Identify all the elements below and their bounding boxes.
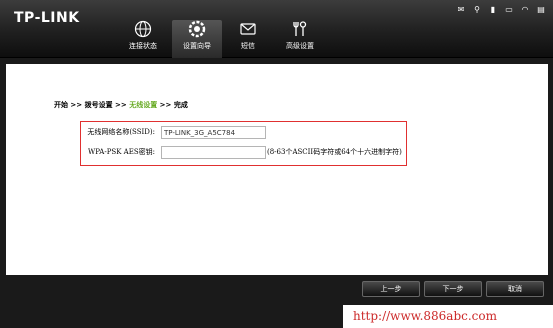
watermark-text: http://www.886abc.com [343, 305, 553, 328]
ssid-row: 无线网络名称(SSID): [81, 125, 406, 139]
crumb-finish: 完成 [173, 101, 188, 109]
wpa-key-hint: (8-63个ASCII码字符或64个十六进制字符) [267, 148, 402, 156]
battery-icon: ▭ [505, 5, 513, 14]
tp-link-logo: TP-LINK [14, 10, 80, 26]
nav-advanced-settings[interactable]: 高级设置 [275, 20, 325, 51]
status-bar: ✉ ⚲ ▮ ▭ ◠ ▤ [455, 6, 547, 14]
crumb-wireless-settings: 无线设置 [129, 101, 158, 109]
menu-icon[interactable]: ▤ [535, 6, 547, 14]
ssid-label: 无线网络名称(SSID): [87, 128, 155, 136]
wpa-row: WPA-PSK AES密钥: (8-63个ASCII码字符或64个十六进制字符) [81, 145, 406, 159]
wizard-content: 开始 >> 拨号设置 >> 无线设置 >> 完成 无线网络名称(SSID): W… [6, 64, 548, 275]
wpa-key-label: WPA-PSK AES密钥: [88, 148, 155, 156]
signal-icon: ▮ [490, 5, 496, 14]
crumb-separator: >> [68, 101, 85, 109]
usb-icon: ⚲ [474, 5, 480, 14]
nav-sms[interactable]: 短信 [223, 20, 273, 51]
mail-icon [240, 23, 256, 35]
cancel-button[interactable]: 取消 [486, 281, 544, 297]
ssid-input[interactable] [161, 126, 266, 139]
next-button[interactable]: 下一步 [424, 281, 482, 297]
wpa-key-input[interactable] [161, 146, 266, 159]
settings-gear-icon [188, 20, 206, 38]
nav-label: 连接状态 [129, 42, 157, 50]
crumb-start: 开始 [54, 101, 68, 109]
mail-status-icon[interactable]: ✉ [455, 6, 467, 14]
nav-label: 高级设置 [286, 42, 314, 50]
crumb-dial-settings: 拨号设置 [84, 101, 113, 109]
tools-icon [293, 21, 307, 36]
nav-label: 短信 [241, 42, 255, 50]
top-header: TP-LINK 连接状态 设置向导 短信 高级设置 ✉ ⚲ ▮ ▭ ◠ ▤ [0, 0, 553, 58]
crumb-separator: >> [112, 101, 130, 109]
nav-label: 设置向导 [183, 42, 211, 50]
crumb-separator: >> [157, 101, 174, 109]
globe-icon [134, 20, 152, 38]
nav-connection-status[interactable]: 连接状态 [118, 20, 168, 51]
wifi-icon: ◠ [521, 5, 529, 14]
nav-setup-wizard[interactable]: 设置向导 [172, 20, 222, 58]
wireless-form: 无线网络名称(SSID): WPA-PSK AES密钥: (8-63个ASCII… [80, 121, 407, 166]
prev-button[interactable]: 上一步 [362, 281, 420, 297]
breadcrumb: 开始 >> 拨号设置 >> 无线设置 >> 完成 [54, 100, 188, 110]
